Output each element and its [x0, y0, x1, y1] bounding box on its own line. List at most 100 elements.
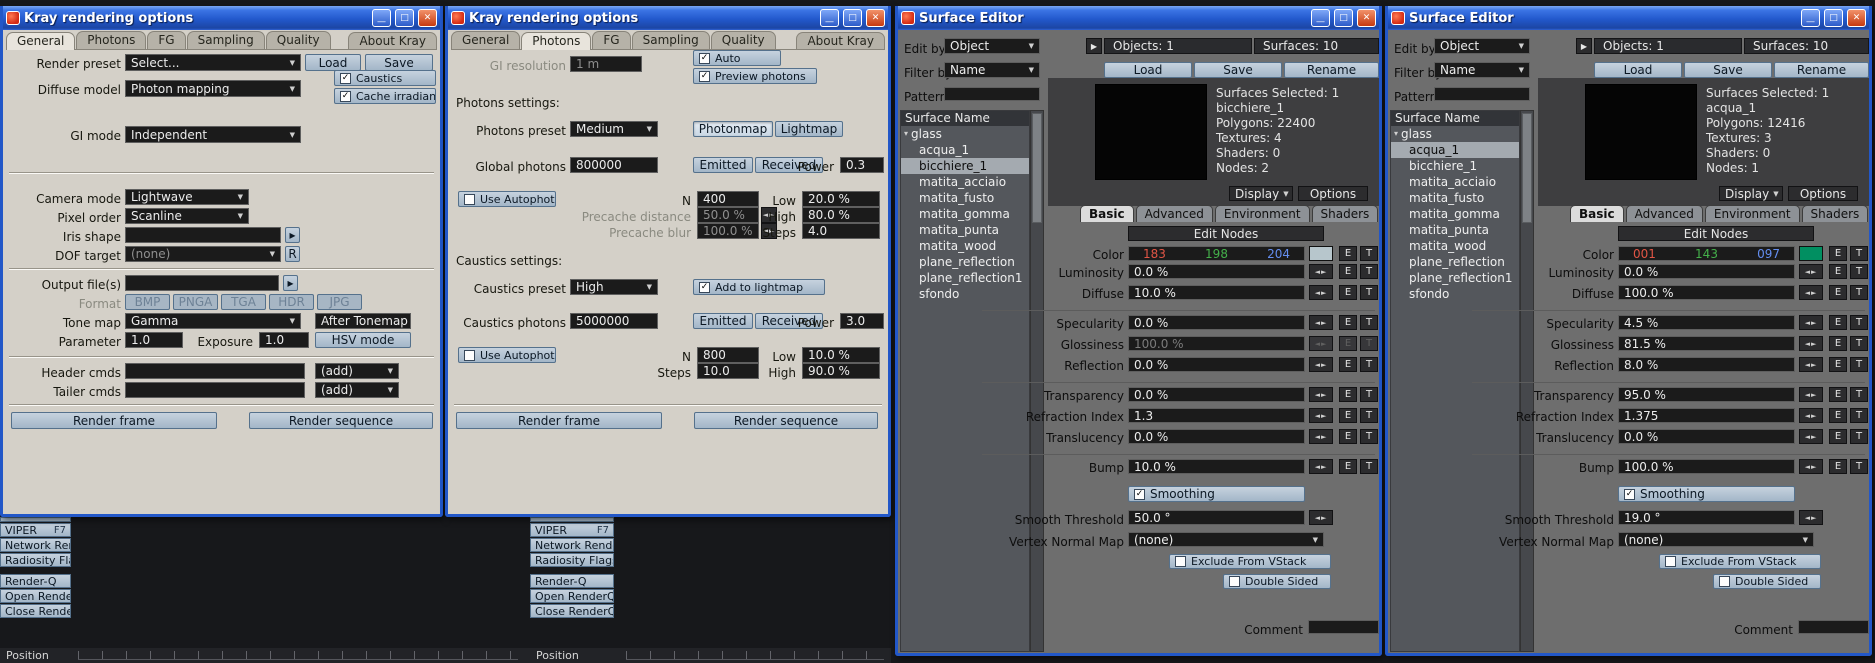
texture-button[interactable]: T — [1360, 459, 1378, 474]
parameter-field[interactable]: 1.0 — [125, 332, 183, 348]
tab[interactable]: Quality — [266, 31, 331, 49]
mini-slider-icon[interactable]: ◄► — [1309, 336, 1333, 351]
envelope-button[interactable]: E — [1339, 246, 1357, 261]
surface-group-row[interactable]: ▾glass — [1391, 126, 1519, 142]
photonmap-button[interactable]: Photonmap — [693, 121, 773, 137]
scrollbar-thumb[interactable] — [1522, 113, 1532, 223]
tailer-cmds-field[interactable] — [125, 382, 305, 398]
low-field[interactable]: 20.0 % — [802, 191, 880, 207]
property-value-field[interactable]: 0.0 % — [1128, 357, 1305, 372]
texture-button[interactable]: T — [1360, 357, 1378, 372]
close-button[interactable]: ✕ — [1357, 9, 1376, 27]
exposure-field[interactable]: 1.0 — [259, 332, 309, 348]
envelope-button[interactable]: E — [1829, 285, 1847, 300]
mini-slider-icon[interactable]: ◄► — [1799, 315, 1823, 330]
exclude-vstack-button[interactable]: Exclude From VStack — [1169, 554, 1331, 569]
maximize-button[interactable]: □ — [1334, 9, 1353, 27]
load-button[interactable]: Load — [305, 54, 361, 71]
pattern-field[interactable] — [944, 87, 1040, 101]
texture-button[interactable]: T — [1360, 429, 1378, 444]
property-value-field[interactable]: 100.0 % — [1128, 336, 1305, 351]
smoothing-checkbox[interactable]: ✓Smoothing — [1618, 486, 1795, 502]
texture-button[interactable]: T — [1850, 387, 1868, 402]
double-sided-checkbox[interactable]: Double Sided — [1223, 574, 1331, 589]
tab[interactable]: Shaders — [1312, 205, 1379, 222]
caustics-photons-field[interactable]: 5000000 — [570, 313, 658, 329]
toolbar-button[interactable]: VIPER F7 — [0, 523, 71, 537]
format-option-button[interactable]: PNGA — [173, 294, 218, 310]
caustics-checkbox[interactable]: ✓Caustics — [334, 70, 436, 86]
mini-slider-icon[interactable]: ◄► — [1799, 459, 1823, 474]
property-value-field[interactable]: 1.3 — [1128, 408, 1305, 423]
tab[interactable]: Photons — [76, 31, 146, 49]
output-files-expand-button[interactable]: ▸ — [283, 275, 298, 291]
tab[interactable]: Basic — [1080, 205, 1134, 222]
diffuse-model-dropdown[interactable]: Photon mapping▼ — [125, 80, 301, 97]
property-value-field[interactable]: 95.0 % — [1618, 387, 1795, 402]
titlebar[interactable]: Kray rendering options — □ ✕ — [3, 6, 440, 30]
texture-button[interactable]: T — [1850, 459, 1868, 474]
surface-list-item[interactable]: bicchiere_1 — [1391, 158, 1519, 174]
high-field[interactable]: 80.0 % — [802, 207, 880, 223]
surface-list-item[interactable]: matita_punta — [901, 222, 1029, 238]
steps-field[interactable]: 4.0 — [802, 223, 880, 239]
render-sequence-button[interactable]: Render sequence — [249, 412, 433, 429]
timeline-bar[interactable]: Position Position — [0, 648, 891, 663]
property-value-field[interactable]: 0.0 % — [1618, 429, 1795, 444]
filter-by-dropdown[interactable]: Name▼ — [1434, 62, 1530, 78]
tab[interactable]: Basic — [1570, 205, 1624, 222]
minimize-button[interactable]: — — [1801, 9, 1820, 27]
minimize-button[interactable]: — — [820, 9, 839, 27]
toolbar-button[interactable]: Open RenderQ — [530, 589, 614, 603]
tab[interactable]: Sampling — [632, 31, 710, 49]
dof-r-button[interactable]: R — [285, 246, 300, 262]
titlebar[interactable]: Kray rendering options — □ ✕ — [448, 6, 888, 30]
property-value-field[interactable]: 81.5 % — [1618, 336, 1795, 351]
add-to-lightmap-checkbox[interactable]: ✓Add to lightmap — [693, 279, 825, 295]
texture-button[interactable]: T — [1850, 429, 1868, 444]
surface-list-item[interactable]: matita_gomma — [1391, 206, 1519, 222]
texture-button[interactable]: T — [1850, 285, 1868, 300]
power-field[interactable]: 3.0 — [840, 313, 884, 329]
format-option-button[interactable]: HDR — [269, 294, 314, 310]
envelope-button[interactable]: E — [1829, 387, 1847, 402]
cache-irradiance-checkbox[interactable]: ✓Cache irradiance — [334, 88, 436, 104]
emitted-button[interactable]: Emitted — [693, 313, 753, 329]
options-button[interactable]: Options — [1788, 186, 1858, 201]
texture-button[interactable]: T — [1850, 408, 1868, 423]
gi-mode-dropdown[interactable]: Independent▼ — [125, 126, 301, 143]
texture-button[interactable]: T — [1360, 285, 1378, 300]
mini-slider-icon[interactable]: ◄► — [1799, 429, 1823, 444]
surface-list-item[interactable]: matita_fusto — [901, 190, 1029, 206]
save-button[interactable]: Save — [365, 54, 433, 71]
toolbar-button[interactable]: Open RenderQ — [0, 589, 71, 603]
mini-slider-icon[interactable]: ◄► — [1309, 429, 1333, 444]
tab[interactable]: General — [451, 31, 520, 49]
mini-slider-icon[interactable]: ◄► — [1309, 387, 1333, 402]
property-value-field[interactable]: 4.5 % — [1618, 315, 1795, 330]
maximize-button[interactable]: □ — [843, 9, 862, 27]
texture-button[interactable]: T — [1360, 408, 1378, 423]
envelope-button[interactable]: E — [1829, 357, 1847, 372]
mini-slider-icon[interactable]: ◄► — [1799, 387, 1823, 402]
pattern-field[interactable] — [1434, 87, 1530, 101]
toolbar-button[interactable]: Network Render — [530, 538, 614, 552]
tab[interactable]: General — [6, 32, 75, 50]
surface-list-item[interactable]: matita_acciaio — [901, 174, 1029, 190]
toolbar-button[interactable]: Radiosity Flags — [530, 553, 614, 567]
display-dropdown[interactable]: Display▼ — [1719, 186, 1783, 201]
texture-button[interactable]: T — [1360, 387, 1378, 402]
envelope-button[interactable]: E — [1829, 315, 1847, 330]
toolbar-button[interactable]: Radiosity Flags — [0, 553, 71, 567]
surface-list-item[interactable]: matita_gomma — [901, 206, 1029, 222]
mini-slider-icon[interactable]: ◄► — [1799, 357, 1823, 372]
titlebar[interactable]: Surface Editor — □ ✕ — [1388, 6, 1869, 30]
mini-slider-icon[interactable]: ◄► — [1309, 315, 1333, 330]
property-value-field[interactable]: 100.0 % — [1618, 459, 1795, 474]
toolbar-button-partial[interactable] — [530, 517, 614, 522]
options-button[interactable]: Options — [1298, 186, 1368, 201]
header-cmds-field[interactable] — [125, 363, 305, 379]
maximize-button[interactable]: □ — [1824, 9, 1843, 27]
envelope-button[interactable]: E — [1339, 408, 1357, 423]
vertex-normal-map-dropdown[interactable]: (none)▼ — [1128, 532, 1324, 547]
